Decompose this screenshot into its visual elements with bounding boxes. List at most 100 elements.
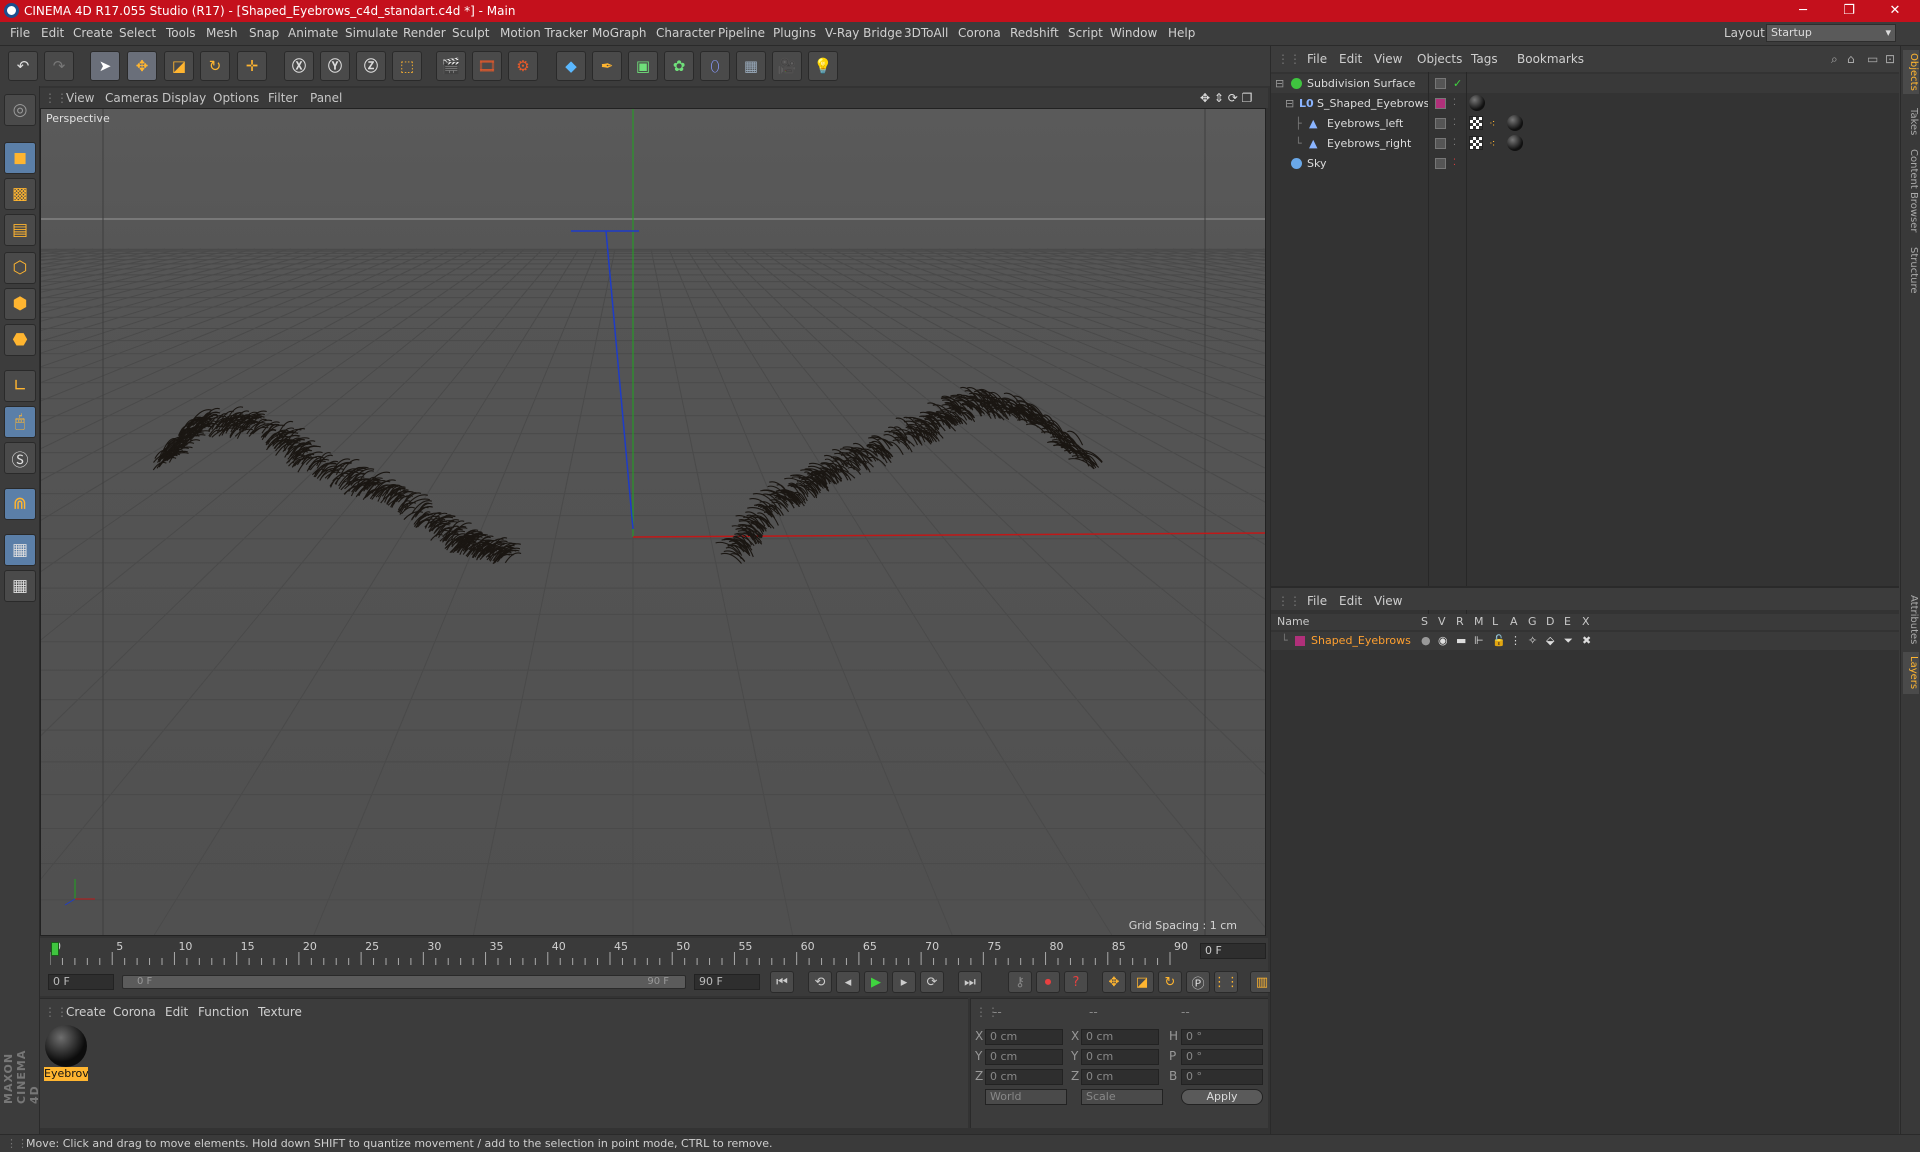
tweak-mode-button[interactable]: 🖱 [4, 406, 36, 438]
tree-collapse-icon[interactable]: ⊟ [1285, 94, 1294, 113]
menu-pipeline[interactable]: Pipeline [718, 26, 765, 40]
menu-help[interactable]: Help [1168, 26, 1195, 40]
move-tool-button[interactable]: ✥ [127, 51, 157, 81]
position-key-button[interactable]: ✥ [1102, 971, 1126, 993]
object-menu-objects[interactable]: Objects [1417, 52, 1462, 66]
layer-color-swatch[interactable] [1435, 98, 1446, 109]
add-scene-button[interactable]: ▦ [736, 51, 766, 81]
viewport-menu-options[interactable]: Options [213, 91, 259, 105]
playhead-marker[interactable] [51, 942, 59, 956]
viewport-menu-filter[interactable]: Filter [268, 91, 298, 105]
layer-color-swatch[interactable] [1435, 158, 1446, 169]
menu-sculpt[interactable]: Sculpt [452, 26, 489, 40]
last-tool-button[interactable]: ✛ [237, 51, 267, 81]
close-button[interactable]: ✕ [1872, 0, 1918, 22]
menu-plugins[interactable]: Plugins [773, 26, 816, 40]
menu-motion-tracker[interactable]: Motion Tracker [500, 26, 588, 40]
layer-name[interactable]: Shaped_Eyebrows [1311, 632, 1411, 650]
tab-attributes[interactable]: Attributes [1903, 590, 1919, 650]
coord-pos-z-field[interactable]: 0 cm [985, 1069, 1063, 1085]
object-menu-bookmarks[interactable]: Bookmarks [1517, 52, 1584, 66]
layer-list[interactable]: Name S V R M L A G D E X └ Shaped_Eyebro… [1271, 614, 1899, 1134]
snap-button[interactable]: ⋒ [4, 488, 36, 520]
menu-redshift[interactable]: Redshift [1010, 26, 1059, 40]
tab-objects[interactable]: Objects [1903, 50, 1919, 94]
scale-key-button[interactable]: ◪ [1130, 971, 1154, 993]
object-menu-view[interactable]: View [1374, 52, 1402, 66]
layer-deformer-icon[interactable]: ⬙ [1546, 632, 1554, 650]
add-light-button[interactable]: 💡 [808, 51, 838, 81]
menu-character[interactable]: Character [656, 26, 715, 40]
material-menu-function[interactable]: Function [198, 1005, 249, 1019]
add-spline-button[interactable]: ✒ [592, 51, 622, 81]
menu-window[interactable]: Window [1110, 26, 1157, 40]
coord-pos-y-field[interactable]: 0 cm [985, 1049, 1063, 1065]
parameter-key-button[interactable]: Ⓟ [1186, 971, 1210, 993]
x-axis-lock-button[interactable]: Ⓧ [284, 51, 314, 81]
object-row-s-shaped-eyebrows[interactable]: ⊟ L0 S_Shaped_Eyebrows ⁚ [1271, 94, 1899, 113]
hair-tag-icon[interactable]: ⁖ [1489, 134, 1495, 153]
material-tag-icon[interactable] [1469, 95, 1485, 111]
viewport-menu-view[interactable]: View [66, 91, 94, 105]
model-mode-button[interactable]: ◼ [4, 142, 36, 174]
material-tag-icon[interactable] [1507, 135, 1523, 151]
tab-layers[interactable]: Layers [1903, 652, 1919, 694]
hair-tag-icon[interactable]: ⁖ [1489, 114, 1495, 133]
material-menu-corona[interactable]: Corona [113, 1005, 156, 1019]
visibility-dots-icon[interactable]: ⁚ [1453, 114, 1456, 133]
visibility-dots-icon[interactable]: ⁚ [1453, 154, 1456, 173]
rotation-key-button[interactable]: ↻ [1158, 971, 1182, 993]
add-cube-button[interactable]: ◆ [556, 51, 586, 81]
coord-rot-p-field[interactable]: 0 ° [1181, 1049, 1263, 1065]
layer-row-shaped-eyebrows[interactable]: └ Shaped_Eyebrows ● ◉ ▬ ⊩ 🔓 ⋮ ✧ ⬙ ⏷ ✖ [1271, 632, 1899, 650]
tree-collapse-icon[interactable]: ⊟ [1275, 74, 1284, 93]
layer-menu-view[interactable]: View [1374, 594, 1402, 608]
menu-snap[interactable]: Snap [249, 26, 279, 40]
polygons-mode-button[interactable]: ⬣ [4, 324, 36, 356]
coord-size-x-field[interactable]: 0 cm [1081, 1029, 1159, 1045]
layer-xref-icon[interactable]: ✖ [1582, 632, 1591, 650]
previous-key-button[interactable]: ⟲ [808, 971, 832, 993]
coord-size-y-field[interactable]: 0 cm [1081, 1049, 1159, 1065]
timeline-ruler[interactable]: 051015202530354045505560657075808590 0 F [40, 938, 1268, 968]
column-divider[interactable] [1428, 72, 1429, 627]
undo-button[interactable]: ↶ [8, 51, 38, 81]
add-mograph-button[interactable]: ✿ [664, 51, 694, 81]
layer-color-swatch[interactable] [1435, 78, 1446, 89]
tab-content-browser[interactable]: Content Browser [1903, 146, 1919, 236]
preview-range-slider[interactable]: 0 F 90 F [122, 975, 686, 989]
object-row-subdivision-surface[interactable]: ⊟ Subdivision Surface ✓ [1271, 74, 1899, 93]
planar-workplane-button[interactable]: ▦ [4, 570, 36, 602]
record-keys-button[interactable]: ⚷ [1008, 971, 1032, 993]
next-key-button[interactable]: ⟳ [920, 971, 944, 993]
visibility-dots-icon[interactable]: ⁚ [1453, 134, 1456, 153]
object-name[interactable]: Subdivision Surface [1307, 74, 1415, 93]
uvw-tag-icon[interactable] [1469, 136, 1483, 150]
start-frame-field[interactable]: 0 F [48, 974, 114, 990]
object-list[interactable]: ⊟ Subdivision Surface ✓ ⊟ L0 S_Shaped_Ey… [1271, 72, 1899, 627]
layer-lock-icon[interactable]: 🔓 [1492, 632, 1506, 650]
menu-3dtoall[interactable]: 3DToAll [904, 26, 948, 40]
menu-create[interactable]: Create [73, 26, 113, 40]
material-menu-edit[interactable]: Edit [165, 1005, 188, 1019]
play-button[interactable]: ▶ [864, 971, 888, 993]
layer-menu-edit[interactable]: Edit [1339, 594, 1362, 608]
object-row-sky[interactable]: Sky ⁚ [1271, 154, 1899, 173]
menu-file[interactable]: File [10, 26, 30, 40]
coord-pos-x-field[interactable]: 0 cm [985, 1029, 1063, 1045]
y-axis-lock-button[interactable]: Ⓨ [320, 51, 350, 81]
object-name[interactable]: Sky [1307, 154, 1326, 173]
viewport-navigation-icons[interactable]: ✥ ⇕ ⟳ ❐ [1200, 91, 1252, 105]
maximize-button[interactable]: ❐ [1826, 0, 1872, 22]
perspective-viewport[interactable]: Perspective Grid Spacing : 1 cm [40, 108, 1266, 936]
material-swatch[interactable]: Eyebrov [44, 1025, 88, 1081]
expand-icon[interactable]: ⊡ [1885, 52, 1895, 66]
home-icon[interactable]: ⌂ [1847, 52, 1855, 66]
layer-generator-icon[interactable]: ✧ [1528, 632, 1537, 650]
rotate-tool-button[interactable]: ↻ [200, 51, 230, 81]
coord-rot-b-field[interactable]: 0 ° [1181, 1069, 1263, 1085]
axis-mode-button[interactable]: ∟ [4, 370, 36, 402]
material-menu-texture[interactable]: Texture [258, 1005, 302, 1019]
points-mode-button[interactable]: ⬡ [4, 252, 36, 284]
menu-corona[interactable]: Corona [958, 26, 1001, 40]
